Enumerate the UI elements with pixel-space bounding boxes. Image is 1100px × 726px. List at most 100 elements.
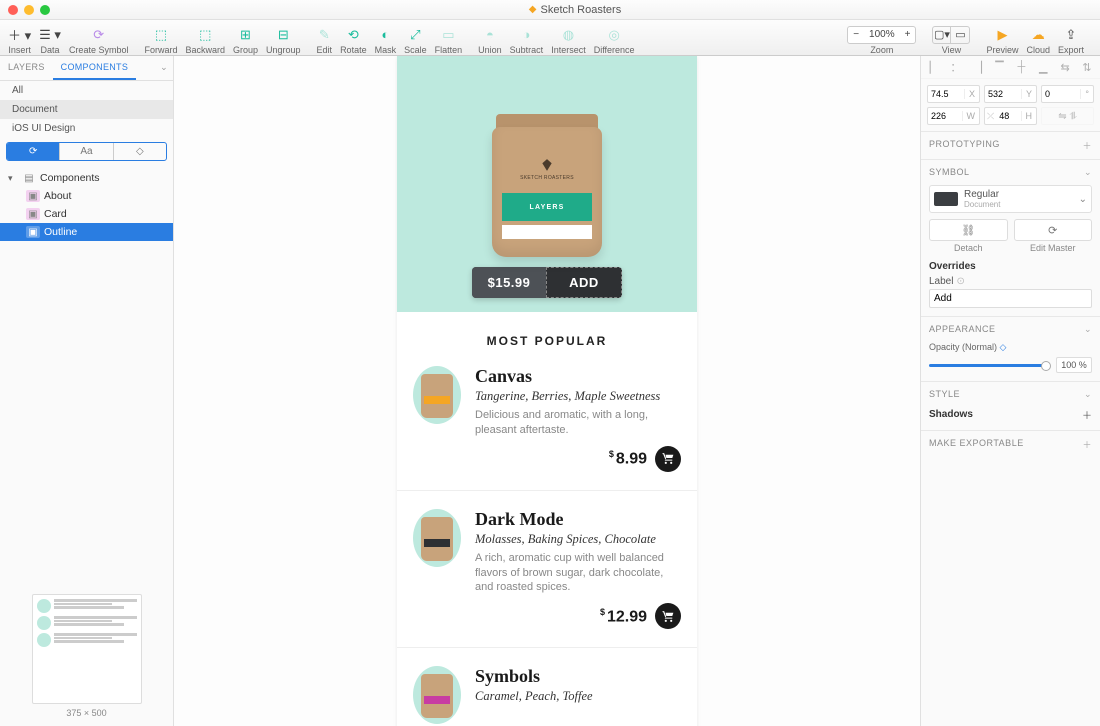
symbol-header: SYMBOL — [929, 167, 970, 178]
add-export-icon[interactable]: ＋ — [1082, 438, 1092, 451]
difference-button[interactable]: ◎Difference — [590, 21, 639, 55]
tree-folder-components[interactable]: ▾▤Components — [0, 169, 173, 187]
component-type-segment[interactable]: ⟳ Aa ◇ — [6, 142, 167, 161]
left-panel: LAYERS COMPONENTS ⌄ All Document iOS UI … — [0, 56, 174, 726]
view-control[interactable]: ▢▾▭ View — [928, 21, 974, 55]
tree-item-about[interactable]: ▣About — [0, 187, 173, 205]
price-add-bar[interactable]: $15.99 ADD — [472, 267, 622, 298]
style-chevron-icon[interactable]: ⌄ — [1084, 389, 1092, 400]
cart-icon — [662, 452, 675, 465]
section-title: MOST POPULAR — [397, 312, 697, 366]
product-notes: Molasses, Baking Spices, Chocolate — [475, 532, 681, 547]
forward-button[interactable]: ⬚Forward — [140, 21, 181, 55]
style-header: STYLE — [929, 389, 960, 400]
mask-button[interactable]: ◐Mask — [371, 21, 401, 55]
chevron-down-icon: ⌄ — [1079, 194, 1087, 205]
bag-brand: SKETCH ROASTERS — [492, 175, 602, 181]
group-button[interactable]: ⊞Group — [229, 21, 262, 55]
detach-button[interactable]: ⛓ — [929, 219, 1008, 241]
segment-text-icon[interactable]: Aa — [60, 143, 113, 160]
alignment-controls[interactable]: ▏ ： ▕ ▔ ┼ ▁ ⇆ ⇅ — [921, 56, 1100, 79]
y-field[interactable]: Y — [984, 85, 1037, 103]
data-button[interactable]: ☰ ▾Data — [35, 21, 65, 55]
insert-button[interactable]: ＋ ▾Insert — [4, 21, 35, 55]
segment-symbols-icon[interactable]: ⟳ — [7, 143, 60, 160]
filter-all[interactable]: All — [0, 81, 173, 100]
add-shadow-icon[interactable]: ＋ — [1082, 407, 1092, 422]
union-button[interactable]: ◓Union — [474, 21, 506, 55]
override-input[interactable] — [929, 289, 1092, 308]
opacity-value[interactable]: 100 % — [1056, 357, 1092, 373]
toolbar: ＋ ▾Insert ☰ ▾Data ⟳Create Symbol ⬚Forwar… — [0, 20, 1100, 56]
appearance-chevron-icon[interactable]: ⌄ — [1084, 324, 1092, 335]
tree-item-card[interactable]: ▣Card — [0, 205, 173, 223]
product-name: Dark Mode — [475, 509, 681, 530]
distribute-h-icon[interactable]: ⇆ — [1058, 60, 1072, 74]
opacity-slider[interactable] — [929, 364, 1050, 367]
product-thumb — [413, 666, 461, 724]
align-center-h-icon[interactable]: ： — [949, 60, 963, 74]
window-title: ◆ Sketch Roasters — [529, 4, 621, 16]
symbol-picker[interactable]: RegularDocument ⌄ — [929, 185, 1092, 213]
maximize-icon[interactable] — [40, 5, 50, 15]
lock-icon[interactable]: ⤫ — [985, 111, 996, 122]
align-left-icon[interactable]: ▏ — [927, 60, 941, 74]
cloud-button[interactable]: ☁Cloud — [1022, 21, 1054, 55]
scale-button[interactable]: ⤢Scale — [400, 21, 431, 55]
flip-controls[interactable]: ⇋ ⥮ — [1041, 107, 1094, 125]
prototyping-header: PROTOTYPING — [929, 139, 1000, 152]
edit-master-button[interactable]: ⟳ — [1014, 219, 1093, 241]
align-center-v-icon[interactable]: ┼ — [1014, 60, 1028, 74]
filter-ios[interactable]: iOS UI Design — [0, 119, 173, 138]
rotate-button[interactable]: ⟲Rotate — [336, 21, 371, 55]
symbol-preview-thumb — [32, 594, 142, 704]
tab-components[interactable]: COMPONENTS — [53, 56, 137, 80]
cart-icon — [662, 610, 675, 623]
add-button[interactable]: ADD — [546, 267, 622, 298]
tree-item-outline[interactable]: ▣Outline — [0, 223, 173, 241]
subtract-button[interactable]: ◑Subtract — [506, 21, 548, 55]
product-name: Canvas — [475, 366, 681, 387]
inspector-panel: ▏ ： ▕ ▔ ┼ ▁ ⇆ ⇅ X Y ° W ⤫H ⇋ ⥮ PROTOTYPI… — [920, 56, 1100, 726]
preview-button[interactable]: ▶Preview — [982, 21, 1022, 55]
intersect-button[interactable]: ◍Intersect — [547, 21, 590, 55]
zoom-control[interactable]: −100%+ Zoom — [843, 21, 920, 55]
backward-button[interactable]: ⬚Backward — [181, 21, 229, 55]
opacity-label: Opacity (Normal) — [929, 342, 997, 352]
price-label: $15.99 — [472, 267, 546, 298]
layer-tree: ▾▤Components ▣About ▣Card ▣Outline — [0, 165, 173, 245]
edit-master-label: Edit Master — [1014, 243, 1093, 253]
canvas[interactable]: SKETCH ROASTERS LAYERS $15.99 ADD MOST P… — [174, 56, 920, 726]
appearance-header: APPEARANCE — [929, 324, 996, 335]
add-to-cart-button[interactable] — [655, 603, 681, 629]
add-prototyping-icon[interactable]: ＋ — [1082, 139, 1092, 152]
product-price: $12.99 — [600, 607, 647, 626]
symbol-chevron-icon[interactable]: ⌄ — [1084, 167, 1092, 178]
override-field-label: Label⊙ — [929, 276, 1092, 287]
bag-label: LAYERS — [502, 193, 592, 221]
product-desc: Delicious and aromatic, with a long, ple… — [475, 408, 681, 438]
export-button[interactable]: ⇪Export — [1054, 21, 1088, 55]
distribute-v-icon[interactable]: ⇅ — [1080, 60, 1094, 74]
panel-collapse-icon[interactable]: ⌄ — [152, 56, 176, 80]
flatten-button[interactable]: ▭Flatten — [431, 21, 467, 55]
align-top-icon[interactable]: ▔ — [993, 60, 1007, 74]
product-bag: SKETCH ROASTERS LAYERS — [492, 102, 602, 257]
ungroup-button[interactable]: ⊟Ungroup — [262, 21, 305, 55]
angle-field[interactable]: ° — [1041, 85, 1094, 103]
align-bottom-icon[interactable]: ▁ — [1036, 60, 1050, 74]
create-symbol-button[interactable]: ⟳Create Symbol — [65, 21, 133, 55]
product-notes: Caramel, Peach, Toffee — [475, 689, 593, 704]
add-to-cart-button[interactable] — [655, 446, 681, 472]
w-field[interactable]: W — [927, 107, 980, 125]
x-field[interactable]: X — [927, 85, 980, 103]
minimize-icon[interactable] — [24, 5, 34, 15]
align-right-icon[interactable]: ▕ — [971, 60, 985, 74]
segment-shape-icon[interactable]: ◇ — [114, 143, 166, 160]
filter-document[interactable]: Document — [0, 100, 173, 119]
tab-layers[interactable]: LAYERS — [0, 56, 53, 80]
artboard[interactable]: SKETCH ROASTERS LAYERS $15.99 ADD MOST P… — [397, 56, 697, 726]
edit-button[interactable]: ✎Edit — [313, 21, 337, 55]
titlebar: ◆ Sketch Roasters — [0, 0, 1100, 20]
close-icon[interactable] — [8, 5, 18, 15]
